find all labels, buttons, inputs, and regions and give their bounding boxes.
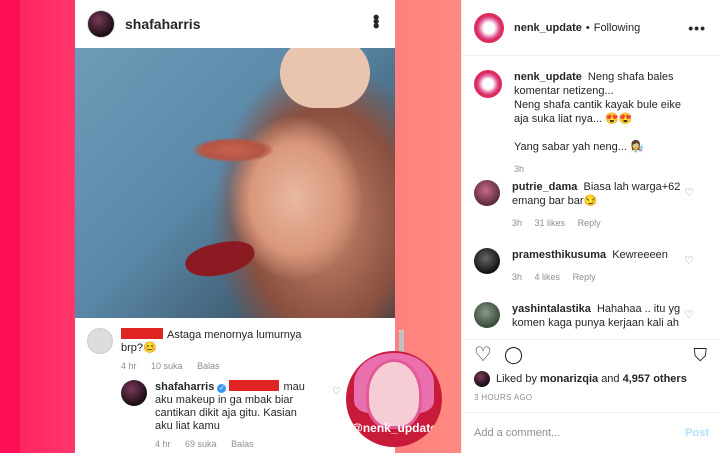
avatar <box>474 371 490 387</box>
likes-summary: Liked by monarizqia and 4,957 others <box>474 371 687 387</box>
heart-icon[interactable]: ♡ <box>684 308 694 321</box>
heart-icon: ♡ <box>293 334 302 345</box>
comment: pramesthikusuma Kewreeeen 3h 4 likes Rep… <box>474 248 706 284</box>
bookmark-icon[interactable]: ⛉ <box>694 345 708 365</box>
likes-prefix: Liked by <box>496 373 537 385</box>
comment: yashintalastika Hahahaa .. itu yg komen … <box>474 302 706 330</box>
heart-icon: ♡ <box>332 386 341 397</box>
more-icon: ••• <box>366 14 386 27</box>
header-username[interactable]: nenk_update <box>514 22 582 34</box>
post-button[interactable]: Post <box>685 427 709 439</box>
comment-time: 4 hr <box>155 439 171 449</box>
comment: putrie_dama Biasa lah warga+62 emang bar… <box>474 180 706 230</box>
verified-icon: ✓ <box>217 384 227 393</box>
comment-time: 4 hr <box>121 361 137 371</box>
watermark-text: @nenk_update <box>351 421 437 435</box>
comment-likes[interactable]: 4 likes <box>535 272 561 282</box>
pink-border <box>0 0 20 453</box>
separator: • <box>585 21 590 34</box>
avatar[interactable] <box>474 302 500 328</box>
reply-link: Balas <box>197 361 220 371</box>
comment-username[interactable]: putrie_dama <box>512 181 577 193</box>
embedded-comment: Astaga menornya lumurnya brp?😊 4 hr 10 s… <box>87 328 306 371</box>
heart-icon[interactable]: ♡ <box>684 186 694 199</box>
caption-username[interactable]: nenk_update <box>514 71 582 83</box>
cartoon-face <box>366 359 422 429</box>
avatar <box>121 380 147 406</box>
comment-icon[interactable]: ◯ <box>504 345 523 365</box>
avatar <box>87 10 115 38</box>
photo-eye <box>193 138 273 162</box>
caption-line: Yang sabar yah neng... 👩‍🔬 <box>514 141 644 153</box>
embedded-comments: Astaga menornya lumurnya brp?😊 4 hr 10 s… <box>75 318 341 453</box>
post-image: shafaharris ••• Astaga menornya lumurnya… <box>0 0 461 453</box>
avatar[interactable] <box>474 12 504 43</box>
avatar[interactable] <box>474 248 500 274</box>
embedded-reply: shafaharris ✓ mau aku makeup in ga mbak … <box>121 380 341 449</box>
photo-hand <box>280 48 370 108</box>
comment-username[interactable]: pramesthikusuma <box>512 249 606 261</box>
avatar <box>87 328 113 354</box>
embedded-post-header: shafaharris ••• <box>75 0 395 48</box>
reply-button[interactable]: Reply <box>578 218 601 228</box>
caption: nenk_update Neng shafa bales komentar ne… <box>474 70 706 176</box>
post-sidebar: nenk_update • Following ••• nenk_update … <box>461 0 720 453</box>
post-header: nenk_update • Following ••• <box>462 0 720 56</box>
likes-and: and <box>601 373 620 385</box>
reply-button[interactable]: Reply <box>573 272 596 282</box>
post-timestamp: 3 HOURS AGO <box>474 393 533 402</box>
comment-likes: 69 suka <box>185 439 217 449</box>
more-icon[interactable]: ••• <box>688 20 706 36</box>
embedded-username: shafaharris <box>125 16 201 32</box>
comment-likes: 10 suka <box>151 361 183 371</box>
comment-text: Kewreeeen <box>612 249 668 261</box>
avatar[interactable] <box>474 70 502 98</box>
heart-icon[interactable]: ♡ <box>474 345 492 365</box>
comment-input[interactable] <box>474 427 686 439</box>
photo-lips <box>182 236 258 282</box>
watermark-badge: @nenk_update <box>346 351 442 447</box>
redacted-username <box>121 328 163 339</box>
comment-username[interactable]: yashintalastika <box>512 303 591 315</box>
caption-time: 3h <box>514 164 525 174</box>
reply-link: Balas <box>231 439 254 449</box>
comment-time: 3h <box>512 272 523 282</box>
comment-username: shafaharris <box>155 381 215 393</box>
action-bar: ♡ ◯ ⛉ <box>462 339 720 369</box>
portrait-photo <box>75 48 395 318</box>
heart-icon[interactable]: ♡ <box>684 254 694 267</box>
comment-likes[interactable]: 31 likes <box>535 218 566 228</box>
likes-count[interactable]: 4,957 others <box>623 373 687 385</box>
comments-list[interactable]: nenk_update Neng shafa bales komentar ne… <box>462 56 720 339</box>
likes-user[interactable]: monarizqia <box>540 373 598 385</box>
avatar[interactable] <box>474 180 500 206</box>
add-comment-bar: Post <box>462 412 720 453</box>
caption-line: Neng shafa cantik kayak bule eike aja su… <box>514 99 681 125</box>
comment-time: 3h <box>512 218 523 228</box>
follow-status[interactable]: Following <box>594 22 640 34</box>
redacted-username <box>229 380 280 391</box>
